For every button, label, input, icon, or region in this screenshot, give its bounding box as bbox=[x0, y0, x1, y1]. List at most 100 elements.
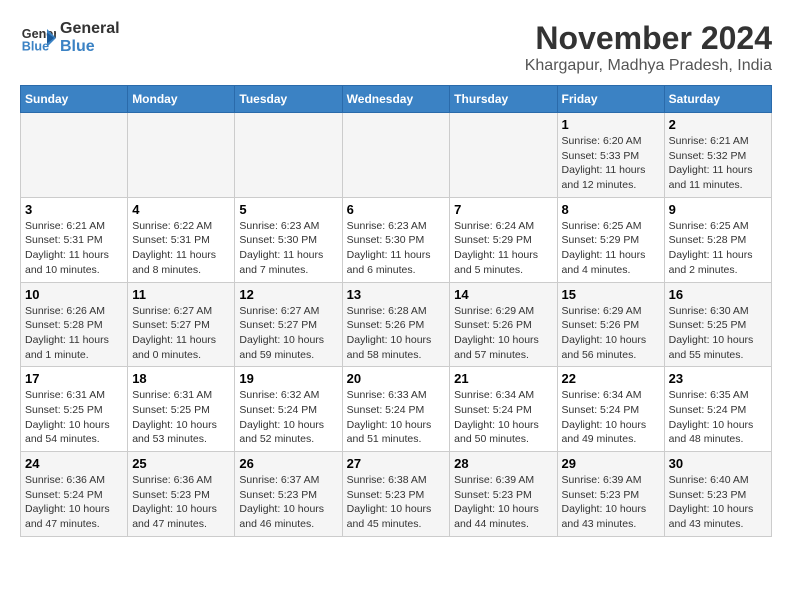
calendar-cell: 2 Sunrise: 6:21 AMSunset: 5:32 PMDaylight… bbox=[664, 113, 771, 198]
day-number: 27 bbox=[347, 456, 446, 471]
calendar-cell bbox=[342, 113, 450, 198]
day-number: 28 bbox=[454, 456, 552, 471]
calendar-cell: 5Sunrise: 6:23 AMSunset: 5:30 PMDaylight… bbox=[235, 197, 342, 282]
day-detail: Sunrise: 6:24 AMSunset: 5:29 PMDaylight:… bbox=[454, 219, 552, 278]
day-number: 25 bbox=[132, 456, 230, 471]
calendar-cell: 17Sunrise: 6:31 AMSunset: 5:25 PMDayligh… bbox=[21, 367, 128, 452]
calendar-cell: 19Sunrise: 6:32 AMSunset: 5:24 PMDayligh… bbox=[235, 367, 342, 452]
day-detail: Sunrise: 6:21 AMSunset: 5:31 PMDaylight:… bbox=[25, 219, 123, 278]
calendar-table: SundayMondayTuesdayWednesdayThursdayFrid… bbox=[20, 85, 772, 537]
day-number: 14 bbox=[454, 287, 552, 302]
day-number: 30 bbox=[669, 456, 767, 471]
day-number: 13 bbox=[347, 287, 446, 302]
day-number: 12 bbox=[239, 287, 337, 302]
day-detail: Sunrise: 6:29 AMSunset: 5:26 PMDaylight:… bbox=[454, 304, 552, 363]
day-number: 22 bbox=[562, 371, 660, 386]
day-detail: Sunrise: 6:22 AMSunset: 5:31 PMDaylight:… bbox=[132, 219, 230, 278]
day-detail: Sunrise: 6:28 AMSunset: 5:26 PMDaylight:… bbox=[347, 304, 446, 363]
day-detail: Sunrise: 6:29 AMSunset: 5:26 PMDaylight:… bbox=[562, 304, 660, 363]
day-detail: Sunrise: 6:23 AMSunset: 5:30 PMDaylight:… bbox=[347, 219, 446, 278]
day-number: 20 bbox=[347, 371, 446, 386]
day-detail: Sunrise: 6:39 AMSunset: 5:23 PMDaylight:… bbox=[454, 473, 552, 532]
day-number: 21 bbox=[454, 371, 552, 386]
calendar-cell: 13 Sunrise: 6:28 AMSunset: 5:26 PMDayligh… bbox=[342, 282, 450, 367]
calendar-cell: 8Sunrise: 6:25 AMSunset: 5:29 PMDaylight… bbox=[557, 197, 664, 282]
day-number: 18 bbox=[132, 371, 230, 386]
day-number: 2 bbox=[669, 117, 767, 132]
calendar-cell: 24 Sunrise: 6:36 AMSunset: 5:24 PMDayligh… bbox=[21, 452, 128, 537]
calendar-cell: 25 Sunrise: 6:36 AMSunset: 5:23 PMDayligh… bbox=[128, 452, 235, 537]
day-detail: Sunrise: 6:21 AMSunset: 5:32 PMDaylight:… bbox=[669, 134, 767, 193]
calendar-cell: 4Sunrise: 6:22 AMSunset: 5:31 PMDaylight… bbox=[128, 197, 235, 282]
header-thursday: Thursday bbox=[450, 86, 557, 113]
day-number: 10 bbox=[25, 287, 123, 302]
day-number: 6 bbox=[347, 202, 446, 217]
header-tuesday: Tuesday bbox=[235, 86, 342, 113]
day-detail: Sunrise: 6:30 AMSunset: 5:25 PMDaylight:… bbox=[669, 304, 767, 363]
calendar-cell: 29 Sunrise: 6:39 AMSunset: 5:23 PMDayligh… bbox=[557, 452, 664, 537]
day-number: 16 bbox=[669, 287, 767, 302]
calendar-cell: 11 Sunrise: 6:27 AMSunset: 5:27 PMDayligh… bbox=[128, 282, 235, 367]
day-number: 19 bbox=[239, 371, 337, 386]
day-number: 24 bbox=[25, 456, 123, 471]
week-row-3: 10 Sunrise: 6:26 AMSunset: 5:28 PMDayligh… bbox=[21, 282, 772, 367]
day-detail: Sunrise: 6:36 AMSunset: 5:24 PMDaylight:… bbox=[25, 473, 123, 532]
day-number: 1 bbox=[562, 117, 660, 132]
header-monday: Monday bbox=[128, 86, 235, 113]
calendar-cell: 20Sunrise: 6:33 AMSunset: 5:24 PMDayligh… bbox=[342, 367, 450, 452]
day-number: 3 bbox=[25, 202, 123, 217]
day-detail: Sunrise: 6:20 AMSunset: 5:33 PMDaylight:… bbox=[562, 134, 660, 193]
day-detail: Sunrise: 6:26 AMSunset: 5:28 PMDaylight:… bbox=[25, 304, 123, 363]
day-detail: Sunrise: 6:36 AMSunset: 5:23 PMDaylight:… bbox=[132, 473, 230, 532]
day-detail: Sunrise: 6:35 AMSunset: 5:24 PMDaylight:… bbox=[669, 388, 767, 447]
calendar-cell: 28 Sunrise: 6:39 AMSunset: 5:23 PMDayligh… bbox=[450, 452, 557, 537]
calendar-cell bbox=[450, 113, 557, 198]
logo-blue: Blue bbox=[60, 38, 120, 56]
calendar-cell: 27 Sunrise: 6:38 AMSunset: 5:23 PMDayligh… bbox=[342, 452, 450, 537]
day-number: 8 bbox=[562, 202, 660, 217]
day-detail: Sunrise: 6:39 AMSunset: 5:23 PMDaylight:… bbox=[562, 473, 660, 532]
day-detail: Sunrise: 6:38 AMSunset: 5:23 PMDaylight:… bbox=[347, 473, 446, 532]
subtitle: Khargapur, Madhya Pradesh, India bbox=[525, 57, 772, 75]
week-row-5: 24 Sunrise: 6:36 AMSunset: 5:24 PMDayligh… bbox=[21, 452, 772, 537]
svg-text:Blue: Blue bbox=[22, 40, 49, 54]
title-area: November 2024 Khargapur, Madhya Pradesh,… bbox=[525, 20, 772, 75]
calendar-cell: 18 Sunrise: 6:31 AMSunset: 5:25 PMDayligh… bbox=[128, 367, 235, 452]
calendar-cell: 6 Sunrise: 6:23 AMSunset: 5:30 PMDaylight… bbox=[342, 197, 450, 282]
calendar-cell: 22 Sunrise: 6:34 AMSunset: 5:24 PMDayligh… bbox=[557, 367, 664, 452]
calendar-cell: 1 Sunrise: 6:20 AMSunset: 5:33 PMDaylight… bbox=[557, 113, 664, 198]
calendar-cell bbox=[21, 113, 128, 198]
calendar-cell: 12 Sunrise: 6:27 AMSunset: 5:27 PMDayligh… bbox=[235, 282, 342, 367]
day-number: 26 bbox=[239, 456, 337, 471]
day-detail: Sunrise: 6:31 AMSunset: 5:25 PMDaylight:… bbox=[132, 388, 230, 447]
day-number: 11 bbox=[132, 287, 230, 302]
main-title: November 2024 bbox=[525, 20, 772, 57]
day-number: 15 bbox=[562, 287, 660, 302]
calendar-cell: 30Sunrise: 6:40 AMSunset: 5:23 PMDayligh… bbox=[664, 452, 771, 537]
header-wednesday: Wednesday bbox=[342, 86, 450, 113]
logo-general: General bbox=[60, 20, 120, 38]
day-detail: Sunrise: 6:34 AMSunset: 5:24 PMDaylight:… bbox=[562, 388, 660, 447]
week-row-4: 17Sunrise: 6:31 AMSunset: 5:25 PMDayligh… bbox=[21, 367, 772, 452]
day-detail: Sunrise: 6:27 AMSunset: 5:27 PMDaylight:… bbox=[239, 304, 337, 363]
week-row-2: 3 Sunrise: 6:21 AMSunset: 5:31 PMDaylight… bbox=[21, 197, 772, 282]
header-saturday: Saturday bbox=[664, 86, 771, 113]
calendar-cell: 23 Sunrise: 6:35 AMSunset: 5:24 PMDayligh… bbox=[664, 367, 771, 452]
calendar-cell: 3 Sunrise: 6:21 AMSunset: 5:31 PMDaylight… bbox=[21, 197, 128, 282]
calendar-cell: 26 Sunrise: 6:37 AMSunset: 5:23 PMDayligh… bbox=[235, 452, 342, 537]
day-number: 23 bbox=[669, 371, 767, 386]
day-detail: Sunrise: 6:27 AMSunset: 5:27 PMDaylight:… bbox=[132, 304, 230, 363]
header-row: SundayMondayTuesdayWednesdayThursdayFrid… bbox=[21, 86, 772, 113]
day-number: 7 bbox=[454, 202, 552, 217]
header: General Blue General Blue November 2024 … bbox=[20, 20, 772, 75]
calendar-cell: 16 Sunrise: 6:30 AMSunset: 5:25 PMDayligh… bbox=[664, 282, 771, 367]
logo: General Blue General Blue bbox=[20, 20, 120, 56]
day-number: 29 bbox=[562, 456, 660, 471]
day-detail: Sunrise: 6:37 AMSunset: 5:23 PMDaylight:… bbox=[239, 473, 337, 532]
week-row-1: 1 Sunrise: 6:20 AMSunset: 5:33 PMDaylight… bbox=[21, 113, 772, 198]
calendar-cell: 21 Sunrise: 6:34 AMSunset: 5:24 PMDayligh… bbox=[450, 367, 557, 452]
day-detail: Sunrise: 6:34 AMSunset: 5:24 PMDaylight:… bbox=[454, 388, 552, 447]
day-number: 5 bbox=[239, 202, 337, 217]
day-number: 9 bbox=[669, 202, 767, 217]
logo-icon: General Blue bbox=[20, 20, 56, 56]
